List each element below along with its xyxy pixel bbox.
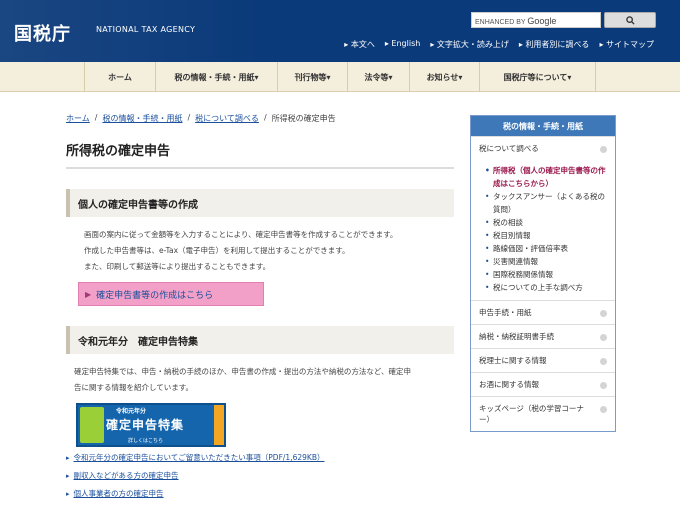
sidebar-heading: 税の情報・手続・用紙	[471, 116, 615, 136]
dropdown-icon: ▾	[388, 72, 393, 82]
link-sole-proprietor[interactable]: ▸ 個人事業者の方の確定申告	[66, 488, 164, 499]
dropdown-icon: ▾	[326, 72, 331, 82]
nav-publications[interactable]: 刊行物等 ▾	[278, 62, 348, 92]
sidebar-item-liquor[interactable]: お酒に関する情報	[471, 372, 615, 396]
dropdown-icon: ▾	[254, 72, 259, 82]
sidebar-sub-by-tax[interactable]: 税目別情報	[485, 229, 607, 242]
nav-notices[interactable]: お知らせ ▾	[410, 62, 480, 92]
banner-arrow-tab	[214, 405, 224, 445]
search-button[interactable]	[604, 12, 656, 28]
sidebar-sub-route-price[interactable]: 路線価図・評価倍率表	[485, 242, 607, 255]
dropdown-icon: ▾	[567, 72, 572, 82]
bullet-icon: ▸	[66, 489, 70, 498]
section-heading-special: 令和元年分 確定申告特集	[66, 326, 454, 354]
global-nav: ホーム 税の情報・手続・用紙 ▾ 刊行物等 ▾ 法令等 ▾ お知らせ ▾ 国税庁等につい…	[0, 62, 680, 92]
nav-about[interactable]: 国税庁等について ▾	[480, 62, 596, 92]
link-notes-pdf[interactable]: ▸ 令和元年分の確定申告においてご留意いただきたい事項（PDF/1,629KB）	[66, 452, 324, 463]
link-side-income[interactable]: ▸ 副収入などがある方の確定申告	[66, 470, 179, 481]
search-icon	[625, 15, 635, 25]
sidebar-sub-income-tax[interactable]: 所得税（個人の確定申告書等の作成はこちらから）	[485, 164, 607, 190]
sidebar-sub-consult[interactable]: 税の相談	[485, 216, 607, 229]
agency-english-name: NATIONAL TAX AGENCY	[96, 25, 196, 34]
utility-links: ▸ 本文へ ▸ English ▸ 文字拡大・読み上げ ▸ 利用者別に調べる ▸…	[344, 39, 654, 50]
search-input[interactable]: ENHANCED BY Google	[471, 12, 601, 28]
sidebar-sub-tax-answer[interactable]: タックスアンサー（よくある税の質問）	[485, 190, 607, 216]
toggle-circle-icon	[600, 146, 607, 153]
toggle-circle-icon	[600, 406, 607, 413]
util-link-by-user[interactable]: ▸ 利用者別に調べる	[519, 39, 590, 50]
site-logo[interactable]: 国税庁	[14, 20, 71, 46]
breadcrumb-tax-info[interactable]: 税の情報・手続・用紙	[102, 113, 182, 124]
dropdown-icon: ▾	[458, 72, 463, 82]
arrow-icon: ▶	[85, 289, 92, 299]
special-feature-banner[interactable]: 令和元年分 確定申告特集 詳しくはこちら	[76, 403, 226, 447]
util-link-text-size[interactable]: ▸ 文字拡大・読み上げ	[430, 39, 509, 50]
toggle-circle-icon	[600, 358, 607, 365]
create-return-button[interactable]: ▶ 確定申告書等の作成はこちら	[78, 282, 264, 306]
util-link-sitemap[interactable]: ▸ サイトマップ	[599, 39, 654, 50]
sidebar-sub-international[interactable]: 国際税務関係情報	[485, 268, 607, 281]
breadcrumb-current: 所得税の確定申告	[271, 114, 336, 123]
sidebar-sub-howto[interactable]: 税についての上手な調べ方	[485, 281, 607, 294]
nav-tax-info[interactable]: 税の情報・手続・用紙 ▾	[156, 62, 278, 92]
title-divider	[66, 167, 454, 169]
page-title: 所得税の確定申告	[66, 144, 171, 159]
nav-laws[interactable]: 法令等 ▾	[348, 62, 410, 92]
sidebar-item-procedures[interactable]: 申告手続・用紙	[471, 300, 615, 324]
site-header: 国税庁 NATIONAL TAX AGENCY ENHANCED BY Goog…	[0, 0, 680, 62]
sidebar-sub-disaster[interactable]: 災害関連情報	[485, 255, 607, 268]
breadcrumb-home[interactable]: ホーム	[66, 113, 90, 124]
util-link-main[interactable]: ▸ 本文へ	[344, 39, 375, 50]
sidebar-item-kids[interactable]: キッズページ（税の学習コーナー）	[471, 396, 615, 431]
toggle-circle-icon	[600, 310, 607, 317]
toggle-circle-icon	[600, 334, 607, 341]
sidebar-item-tax-accountant[interactable]: 税理士に関する情報	[471, 348, 615, 372]
breadcrumb: ホーム / 税の情報・手続・用紙 / 税について調べる / 所得税の確定申告	[66, 113, 336, 124]
search-placeholder-brand: Google	[527, 16, 557, 26]
bullet-icon: ▸	[66, 471, 70, 480]
sidebar-item-research[interactable]: 税について調べる	[471, 136, 615, 160]
nav-home[interactable]: ホーム	[84, 62, 156, 92]
section-heading-create: 個人の確定申告書等の作成	[66, 189, 454, 217]
sidebar: 税の情報・手続・用紙 税について調べる 所得税（個人の確定申告書等の作成はこちら…	[470, 115, 616, 432]
sidebar-item-payment[interactable]: 納税・納税証明書手続	[471, 324, 615, 348]
section-create-text: 画面の案内に従って金額等を入力することにより、確定申告書等を作成することができま…	[84, 230, 398, 271]
toggle-circle-icon	[600, 382, 607, 389]
section-special-text: 確定申告特集では、申告・納税の手続のほか、申告書の作成・提出の方法や納税の方法な…	[74, 367, 411, 392]
util-link-english[interactable]: ▸ English	[385, 39, 420, 50]
sidebar-sublist: 所得税（個人の確定申告書等の作成はこちらから） タックスアンサー（よくある税の質…	[471, 160, 615, 300]
search-placeholder-prefix: ENHANCED BY	[475, 19, 526, 26]
mascot-icon	[80, 407, 104, 443]
breadcrumb-research[interactable]: 税について調べる	[195, 113, 259, 124]
bullet-icon: ▸	[66, 453, 70, 462]
